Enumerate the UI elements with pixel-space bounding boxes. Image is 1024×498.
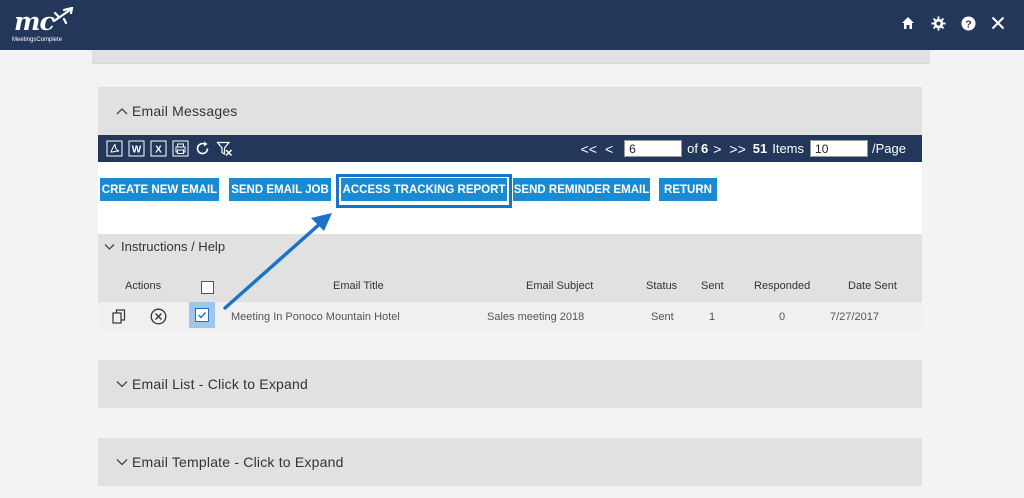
- prev-page-button[interactable]: <: [605, 141, 613, 157]
- chevron-down-icon: [104, 243, 115, 251]
- column-header-actions: Actions: [125, 280, 162, 292]
- email-messages-section: Email Messages: [98, 87, 922, 135]
- action-button-bar: CREATE NEW EMAIL SEND EMAIL JOB ACCESS T…: [98, 162, 922, 234]
- create-new-email-button[interactable]: CREATE NEW EMAIL: [100, 178, 219, 201]
- pdf-export-icon[interactable]: [106, 140, 123, 157]
- logo-subtitle: MeetingsComplete: [12, 37, 63, 43]
- delete-icon[interactable]: [150, 308, 167, 330]
- email-messages-header[interactable]: Email Messages: [98, 87, 922, 135]
- pagination: << < of 6 > >> 51 Items /Page: [581, 139, 906, 158]
- gear-icon[interactable]: [930, 15, 946, 31]
- email-template-title: Email Template - Click to Expand: [132, 454, 344, 470]
- grid-toolbar: W X << < of 6 > >> 51 Items /Page: [98, 135, 922, 162]
- home-icon[interactable]: [900, 15, 916, 31]
- refresh-icon[interactable]: [194, 140, 211, 157]
- row-date-sent: 7/27/2017: [830, 311, 879, 323]
- instructions-help-header[interactable]: Instructions / Help: [104, 239, 225, 254]
- meetingscomplete-logo[interactable]: mc MeetingsComplete: [10, 5, 80, 45]
- send-email-job-button[interactable]: SEND EMAIL JOB: [229, 178, 331, 201]
- email-list-header[interactable]: Email List - Click to Expand: [98, 360, 922, 408]
- email-template-header[interactable]: Email Template - Click to Expand: [98, 438, 922, 486]
- first-page-button[interactable]: <<: [581, 141, 597, 157]
- email-list-section: Email List - Click to Expand: [98, 360, 922, 408]
- page-size-input[interactable]: [810, 140, 869, 157]
- top-icon-group: ?: [900, 15, 1006, 31]
- last-page-button[interactable]: >>: [729, 141, 745, 157]
- copy-icon[interactable]: [111, 308, 127, 329]
- page-number-input[interactable]: [624, 140, 683, 157]
- column-header-date-sent[interactable]: Date Sent: [848, 280, 897, 292]
- column-header-email-subject[interactable]: Email Subject: [526, 280, 593, 292]
- top-bar: mc MeetingsComplete ?: [0, 0, 1024, 50]
- per-page-label: /Page: [872, 141, 906, 156]
- svg-text:X: X: [155, 145, 162, 156]
- select-all-checkbox[interactable]: [201, 281, 214, 294]
- column-header-sent[interactable]: Sent: [701, 280, 724, 292]
- row-checkbox-checked[interactable]: [195, 308, 209, 322]
- row-sent: 1: [709, 311, 716, 323]
- send-reminder-email-button[interactable]: SEND REMINDER EMAIL: [513, 178, 650, 201]
- return-button[interactable]: RETURN: [659, 178, 717, 201]
- export-icon-group: W X: [106, 140, 233, 157]
- clear-filter-icon[interactable]: [216, 140, 233, 157]
- column-header-status[interactable]: Status: [646, 280, 677, 292]
- row-email-subject: Sales meeting 2018: [487, 311, 585, 323]
- instructions-help-title: Instructions / Help: [121, 239, 226, 254]
- instructions-help-panel: Instructions / Help Actions Email Title …: [98, 234, 922, 330]
- row-status: Sent: [651, 311, 674, 323]
- email-messages-title: Email Messages: [132, 103, 238, 119]
- items-label: Items: [772, 141, 805, 156]
- logo-mark: mc: [14, 7, 55, 36]
- row-responded: 0: [779, 311, 786, 323]
- print-icon[interactable]: [172, 140, 189, 157]
- email-template-section: Email Template - Click to Expand: [98, 438, 922, 486]
- svg-text:W: W: [132, 145, 142, 156]
- help-icon[interactable]: ?: [960, 15, 976, 31]
- access-tracking-report-button[interactable]: ACCESS TRACKING REPORT: [341, 178, 507, 201]
- chevron-down-icon: [116, 458, 128, 466]
- collapsed-panel-bottom: [92, 50, 930, 64]
- row-email-title: Meeting In Ponoco Mountain Hotel: [231, 311, 400, 323]
- email-list-title: Email List - Click to Expand: [132, 376, 308, 392]
- items-count: 51: [752, 141, 768, 156]
- row-select-cell[interactable]: [189, 302, 215, 328]
- chevron-up-icon: [116, 107, 128, 115]
- next-page-button[interactable]: >: [713, 141, 721, 157]
- column-header-responded[interactable]: Responded: [754, 280, 810, 292]
- airplane-icon: [52, 7, 74, 25]
- table-row[interactable]: Meeting In Ponoco Mountain Hotel Sales m…: [98, 302, 922, 330]
- of-label: of: [687, 141, 698, 156]
- word-export-icon[interactable]: W: [128, 140, 145, 157]
- svg-text:?: ?: [965, 19, 971, 30]
- excel-export-icon[interactable]: X: [150, 140, 167, 157]
- close-icon[interactable]: [990, 15, 1006, 31]
- column-header-email-title[interactable]: Email Title: [333, 280, 384, 292]
- chevron-down-icon: [116, 380, 128, 388]
- total-pages: 6: [700, 141, 709, 156]
